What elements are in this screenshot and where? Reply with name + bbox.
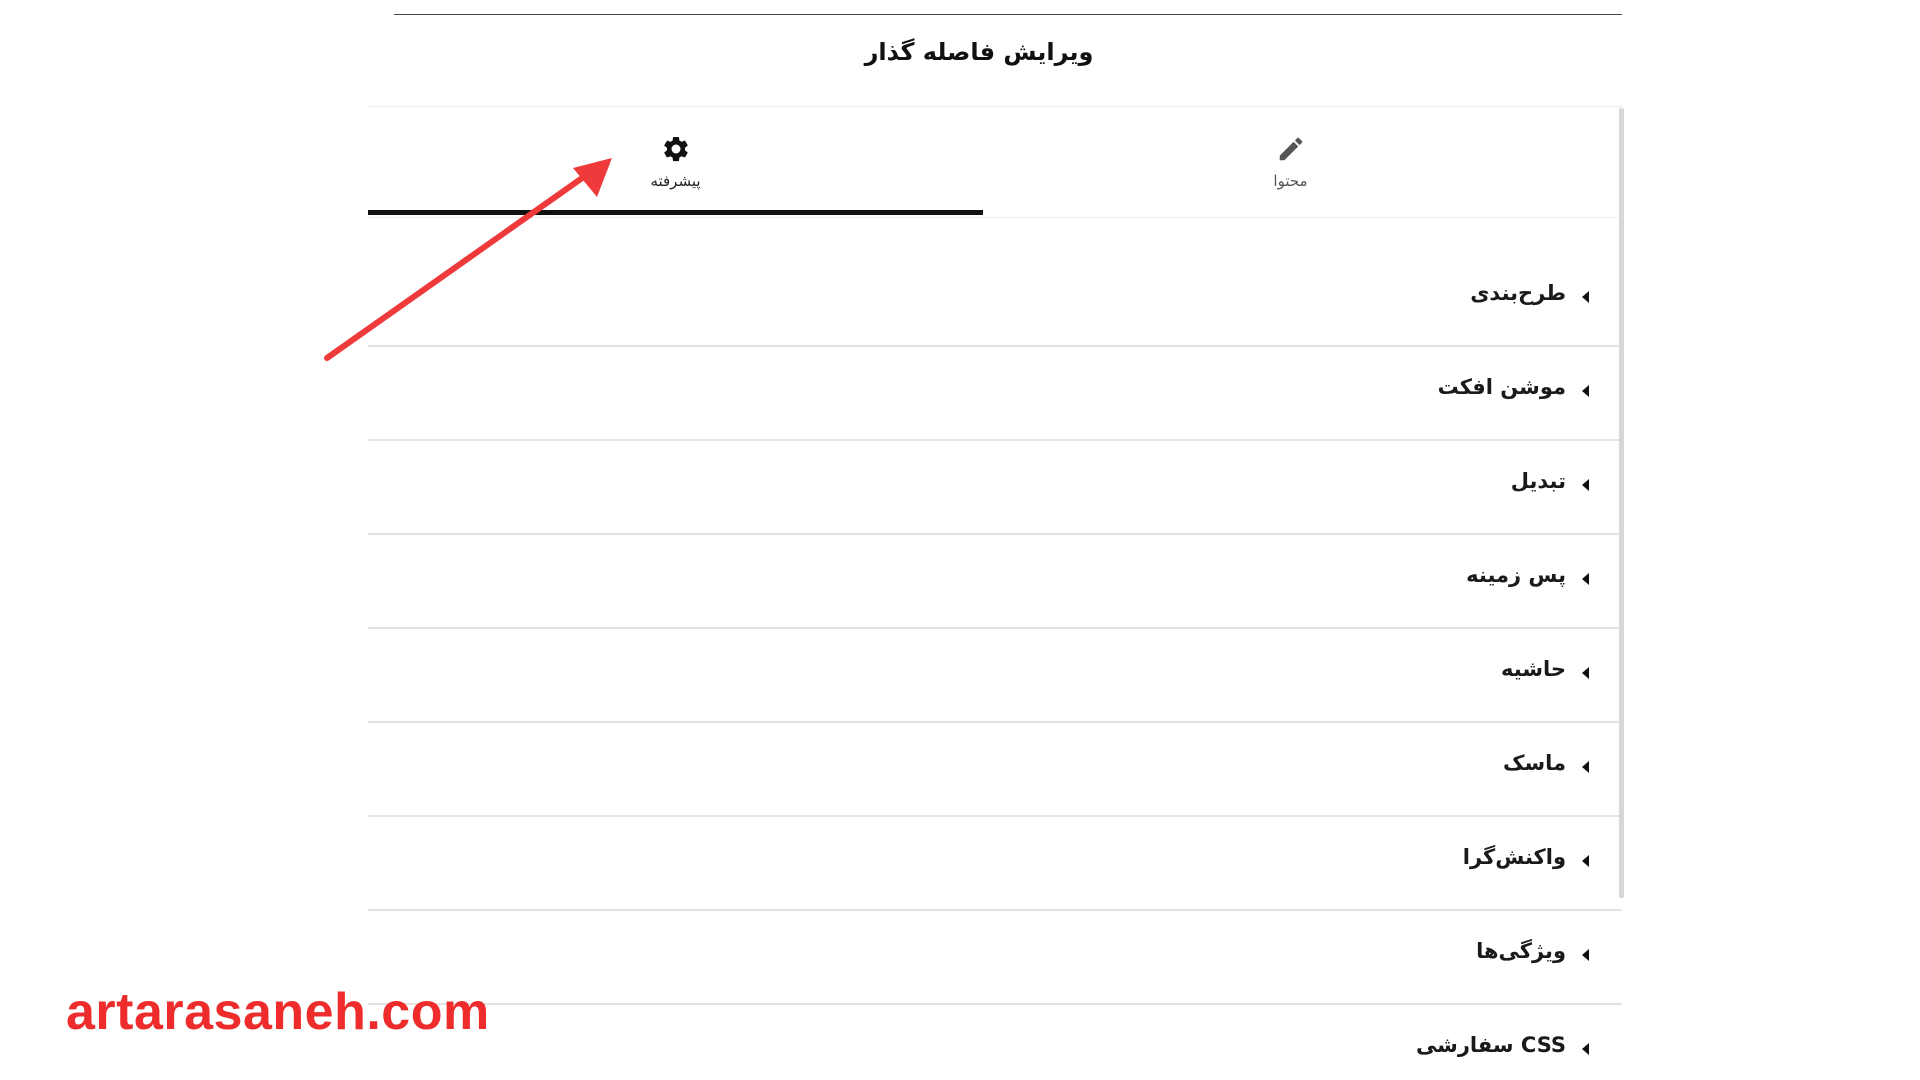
section-motion-effects[interactable]: موشن افکت xyxy=(368,347,1622,441)
section-label: حاشیه xyxy=(1501,657,1566,681)
section-mask[interactable]: ماسک xyxy=(368,723,1622,817)
caret-left-icon xyxy=(1582,385,1589,397)
section-label: واکنش‌گرا xyxy=(1462,845,1566,869)
section-label: تبدیل xyxy=(1510,469,1566,493)
active-tab-indicator xyxy=(368,210,983,215)
caret-left-icon xyxy=(1582,1043,1589,1055)
section-layout[interactable]: طرح‌بندی xyxy=(368,253,1622,347)
section-label: ویژگی‌ها xyxy=(1476,939,1566,963)
section-list: طرح‌بندی موشن افکت تبدیل پس زمینه حاشیه … xyxy=(368,253,1622,1080)
watermark: artarasaneh.com xyxy=(66,983,490,1041)
section-label: ماسک xyxy=(1502,751,1566,775)
tab-advanced[interactable]: پیشرفته xyxy=(368,107,983,217)
section-label: CSS سفارشی xyxy=(1415,1033,1566,1057)
panel-title: ویرایش فاصله گذار xyxy=(864,38,1094,66)
editor-screenshot: ویرایش فاصله گذار پیشرفته محتوا طرح‌بندی xyxy=(0,0,1920,1080)
section-background[interactable]: پس زمینه xyxy=(368,535,1622,629)
section-attributes[interactable]: ویژگی‌ها xyxy=(368,911,1622,1005)
tab-advanced-label: پیشرفته xyxy=(650,172,701,190)
editor-panel: پیشرفته محتوا طرح‌بندی موشن افکت تبد xyxy=(368,107,1622,1067)
panel-scrollbar[interactable] xyxy=(1619,108,1624,898)
section-label: پس زمینه xyxy=(1466,563,1566,587)
caret-left-icon xyxy=(1582,479,1589,491)
section-responsive[interactable]: واکنش‌گرا xyxy=(368,817,1622,911)
section-label: طرح‌بندی xyxy=(1470,281,1566,305)
caret-left-icon xyxy=(1582,291,1589,303)
tab-content-label: محتوا xyxy=(1273,172,1308,190)
section-transform[interactable]: تبدیل xyxy=(368,441,1622,535)
caret-left-icon xyxy=(1582,667,1589,679)
caret-left-icon xyxy=(1582,855,1589,867)
section-label: موشن افکت xyxy=(1437,375,1566,399)
section-custom-css[interactable]: CSS سفارشی xyxy=(368,1005,1622,1080)
gear-icon xyxy=(663,136,688,162)
tab-content[interactable]: محتوا xyxy=(983,107,1598,217)
panel-tabs: پیشرفته محتوا xyxy=(368,107,1618,218)
caret-left-icon xyxy=(1582,949,1589,961)
caret-left-icon xyxy=(1582,761,1589,773)
pencil-icon xyxy=(1279,137,1302,161)
section-border[interactable]: حاشیه xyxy=(368,629,1622,723)
caret-left-icon xyxy=(1582,573,1589,585)
top-divider xyxy=(394,14,1622,15)
